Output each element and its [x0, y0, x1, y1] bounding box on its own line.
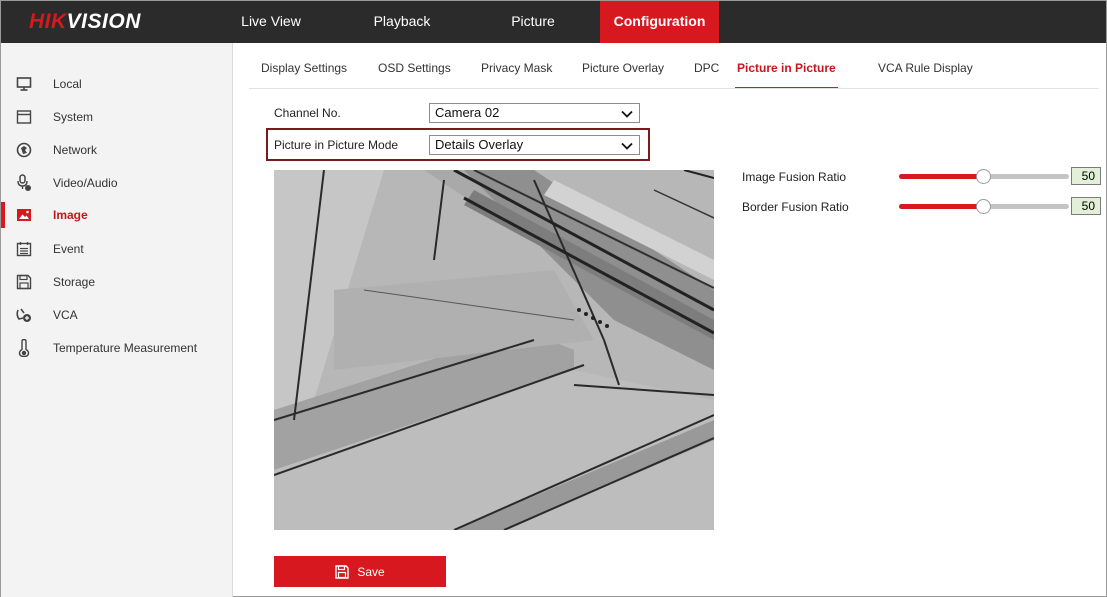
sidebar-item-label: Event	[53, 242, 84, 256]
pip-mode-select[interactable]: Details Overlay	[429, 135, 640, 155]
image-fusion-ratio-knob[interactable]	[976, 169, 991, 184]
channel-select-value: Camera 02	[435, 105, 500, 120]
tab-osd-settings[interactable]: OSD Settings	[378, 61, 451, 89]
sidebar-item-vca[interactable]: VCA	[15, 301, 231, 329]
save-button[interactable]: Save	[274, 556, 446, 587]
save-icon	[335, 564, 350, 579]
border-fusion-ratio-value[interactable]: 50	[1071, 197, 1101, 215]
border-fusion-ratio-label: Border Fusion Ratio	[742, 200, 849, 214]
sidebar-item-video-audio[interactable]: Video/Audio	[15, 169, 231, 197]
save-button-label: Save	[357, 564, 385, 579]
sidebar-item-storage[interactable]: Storage	[15, 268, 231, 296]
hikvision-logo: HIKVISION	[29, 10, 141, 33]
sidebar-item-label: Network	[53, 143, 98, 157]
nav-playback[interactable]: Playback	[365, 1, 439, 43]
video-audio-icon	[15, 174, 33, 192]
channel-select[interactable]: Camera 02	[429, 103, 640, 123]
sidebar-item-label: Temperature Measurement	[53, 341, 198, 355]
border-fusion-ratio-fill	[899, 204, 984, 209]
tab-display-settings[interactable]: Display Settings	[261, 61, 347, 89]
sidebar-item-label: Video/Audio	[53, 176, 118, 190]
pip-mode-select-value: Details Overlay	[435, 137, 524, 152]
chevron-down-icon	[621, 139, 633, 157]
sidebar-item-label: Local	[53, 77, 82, 91]
monitor-icon	[15, 75, 33, 93]
tab-dpc[interactable]: DPC	[694, 61, 719, 89]
image-fusion-ratio-label: Image Fusion Ratio	[742, 170, 847, 184]
nav-configuration[interactable]: Configuration	[600, 1, 719, 43]
sidebar-item-temperature-measurement[interactable]: Temperature Measurement	[15, 334, 231, 362]
storage-icon	[15, 273, 33, 291]
image-fusion-ratio-fill	[899, 174, 984, 179]
image-fusion-ratio-row: Image Fusion Ratio 50	[742, 167, 1102, 188]
sidebar-item-image[interactable]: Image	[1, 201, 231, 229]
image-fusion-ratio-value[interactable]: 50	[1071, 167, 1101, 185]
tab-divider	[249, 88, 1099, 89]
event-icon	[15, 240, 33, 258]
sidebar-item-event[interactable]: Event	[15, 235, 231, 263]
sidebar-item-label: Image	[53, 208, 88, 222]
sidebar-item-local[interactable]: Local	[15, 70, 231, 98]
tab-picture-in-picture[interactable]: Picture in Picture	[735, 61, 838, 89]
tab-vca-rule-display[interactable]: VCA Rule Display	[878, 61, 973, 89]
border-fusion-ratio-row: Border Fusion Ratio 50	[742, 197, 1102, 218]
image-icon	[15, 206, 33, 224]
channel-no-label: Channel No.	[274, 106, 341, 120]
chevron-down-icon	[621, 107, 633, 125]
border-fusion-ratio-knob[interactable]	[976, 199, 991, 214]
nav-live-view[interactable]: Live View	[234, 1, 308, 43]
sidebar-item-network[interactable]: Network	[15, 136, 231, 164]
sidebar-item-system[interactable]: System	[15, 103, 231, 131]
network-icon	[15, 141, 33, 159]
top-navigation-bar: HIKVISION Live View Playback Picture Con…	[1, 1, 1106, 43]
sidebar: Local System Network Video/Audio Image E…	[1, 43, 233, 597]
tab-privacy-mask[interactable]: Privacy Mask	[481, 61, 552, 89]
video-preview	[274, 170, 714, 530]
tab-picture-overlay[interactable]: Picture Overlay	[582, 61, 664, 89]
sidebar-item-label: System	[53, 110, 94, 124]
sidebar-item-label: Storage	[53, 275, 96, 289]
sidebar-item-label: VCA	[53, 308, 78, 322]
nav-picture[interactable]: Picture	[498, 1, 568, 43]
pip-mode-label: Picture in Picture Mode	[274, 138, 399, 152]
system-icon	[15, 108, 33, 126]
vca-icon	[15, 306, 33, 324]
thermometer-icon	[15, 339, 33, 357]
